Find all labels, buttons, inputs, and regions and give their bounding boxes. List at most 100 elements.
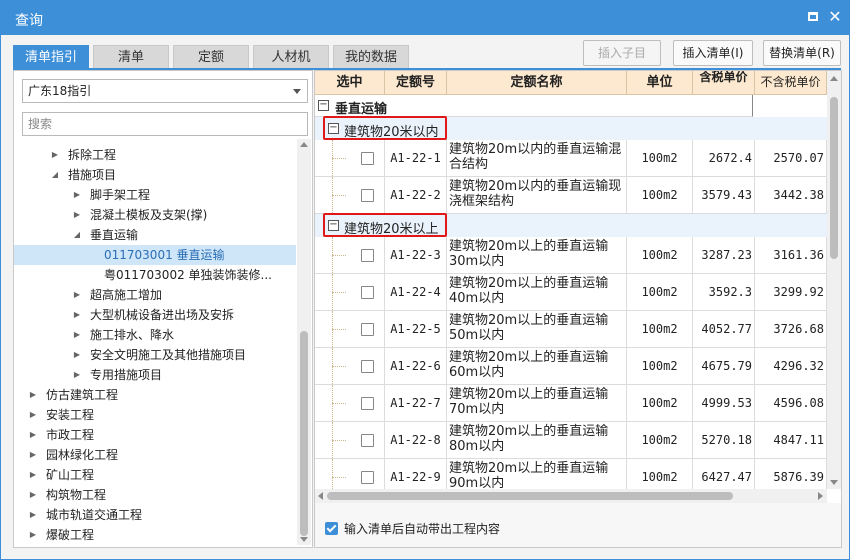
table-row[interactable]: A1-22-3 建筑物20m以上的垂直运输30m以内 100m2 3287.23 316… [315,237,827,274]
group-root-row[interactable]: − 垂直运输 [315,95,827,117]
table-row[interactable]: A1-22-8 建筑物20m以上的垂直运输80m以内 100m2 5270.18 484… [315,422,827,459]
close-button[interactable]: ✕ [827,9,843,25]
tax-price-cell: 2672.4 [693,140,755,177]
tax-price-cell: 4675.79 [693,348,755,385]
expand-arrow-icon[interactable]: ▶ [28,525,38,545]
select-cell [315,274,385,311]
expand-arrow-icon[interactable]: ▶ [28,425,38,445]
table-row[interactable]: A1-22-5 建筑物20m以上的垂直运输50m以内 100m2 4052.77 372… [315,311,827,348]
auto-bring-checkbox[interactable] [325,522,338,535]
grid-footer: 输入清单后自动带出工程内容 [315,503,841,547]
expand-arrow-icon[interactable]: ▶ [28,385,38,405]
guide-select[interactable]: 广东18指引 [22,79,308,103]
row-checkbox[interactable] [361,286,374,299]
tree-node[interactable]: ▶ 安全文明施工及其他措施项目 [14,345,296,365]
row-checkbox[interactable] [361,189,374,202]
notax-price-cell: 3442.38 [755,177,827,214]
tree-node[interactable]: ▶ 大型机械设备进出场及安拆 [14,305,296,325]
row-checkbox[interactable] [361,471,374,484]
tree-node[interactable]: ◢ 垂直运输 [14,225,296,245]
expand-arrow-icon[interactable]: ▶ [72,285,82,305]
title-bar: 查询 ✕ [1,1,849,35]
tree-node[interactable]: ▶ 安装工程 [14,405,296,425]
tab-materials[interactable]: 人材机 [253,45,329,69]
tab-list-guide[interactable]: 清单指引 [13,45,89,69]
notax-price-cell: 4596.08 [755,385,827,422]
row-checkbox[interactable] [361,397,374,410]
tree-scroll-thumb[interactable] [300,331,308,536]
tree-node[interactable]: ◢ 措施项目 [14,165,296,185]
code-cell: A1-22-8 [385,422,447,459]
unit-cell: 100m2 [627,385,693,422]
table-row[interactable]: A1-22-9 建筑物20m以上的垂直运输90m以内 100m2 6427.47 587… [315,459,827,489]
expand-arrow-icon[interactable]: ▶ [72,185,82,205]
tree-node[interactable]: ▶ 城市轨道交通工程 [14,505,296,525]
tree-node[interactable]: ▶ 专用措施项目 [14,365,296,385]
expand-arrow-icon[interactable]: ▶ [72,325,82,345]
scroll-down-icon[interactable] [830,480,838,485]
tree-node[interactable]: ▶ 构筑物工程 [14,485,296,505]
tree-node[interactable]: ▶ 园林绿化工程 [14,445,296,465]
expand-arrow-icon[interactable]: ▶ [50,145,60,165]
insert-list-button[interactable]: 插入清单(I) [673,40,753,66]
collapse-arrow-icon[interactable]: ◢ [72,225,82,245]
tab-my-data[interactable]: 我的数据 [333,45,409,69]
tree-node[interactable]: ▶ 爆破工程 [14,525,296,545]
tab-quota[interactable]: 定额 [173,45,249,69]
tree-node[interactable]: ▶ 市政工程 [14,425,296,445]
expand-arrow-icon[interactable]: ▶ [72,365,82,385]
tree-node[interactable]: ▶ 施工排水、降水 [14,325,296,345]
insert-child-button[interactable]: 插入子目 [583,40,661,66]
grid-vscroll-thumb[interactable] [830,97,838,259]
scroll-up-icon[interactable] [300,142,308,147]
tree-node[interactable]: ▶ 矿山工程 [14,465,296,485]
replace-list-button[interactable]: 替换清单(R) [763,40,841,66]
table-row[interactable]: A1-22-6 建筑物20m以上的垂直运输60m以内 100m2 4675.79 429… [315,348,827,385]
right-panel: 选中 定额号 定额名称 单位 含税单价 不含税单价 − 垂直运输 − 建筑物20米以内… [314,70,842,548]
table-row[interactable]: A1-22-2 建筑物20m以内的垂直运输现浇框架结构 100m2 3579.43 34… [315,177,827,214]
tree-node[interactable]: 011703001 垂直运输 [14,245,296,265]
row-checkbox[interactable] [361,152,374,165]
category-tree: ▶ 拆除工程 ◢ 措施项目 ▶ 脚手架工程 ▶ 混凝土模板及支架(撑) ◢ 垂直运输 0117030… [14,139,296,545]
grid-hscroll-thumb[interactable] [327,492,733,500]
row-checkbox[interactable] [361,249,374,262]
tab-list[interactable]: 清单 [93,45,169,69]
tree-scrollbar[interactable] [297,139,311,545]
maximize-button[interactable] [805,9,821,25]
table-row[interactable]: A1-22-7 建筑物20m以上的垂直运输70m以内 100m2 4999.53 459… [315,385,827,422]
expand-arrow-icon[interactable]: ▶ [72,205,82,225]
row-checkbox[interactable] [361,360,374,373]
tree-node[interactable]: ▶ 混凝土模板及支架(撑) [14,205,296,225]
search-input[interactable] [22,112,308,136]
group-row[interactable]: − 建筑物20米以上 [315,213,827,237]
expand-arrow-icon[interactable]: ▶ [72,345,82,365]
collapse-arrow-icon[interactable]: ◢ [50,165,60,185]
grid-vertical-scrollbar[interactable] [827,71,841,489]
grid-horizontal-scrollbar[interactable] [315,489,827,503]
row-checkbox[interactable] [361,323,374,336]
tree-node[interactable]: 粤011703002 单独装饰装修... [14,265,296,285]
tree-node[interactable]: ▶ 拆除工程 [14,145,296,165]
table-row[interactable]: A1-22-1 建筑物20m以内的垂直运输混合结构 100m2 2672.4 2570.… [315,140,827,177]
table-row[interactable]: A1-22-4 建筑物20m以上的垂直运输40m以内 100m2 3592.3 3299… [315,274,827,311]
scroll-right-icon[interactable] [818,492,823,500]
expand-arrow-icon[interactable]: ▶ [28,505,38,525]
scroll-left-icon[interactable] [318,492,323,500]
expand-arrow-icon[interactable]: ▶ [28,465,38,485]
header-code: 定额号 [385,71,447,95]
code-cell: A1-22-5 [385,311,447,348]
collapse-icon[interactable]: − [318,100,329,111]
scroll-up-icon[interactable] [830,76,838,81]
tree-node[interactable]: ▶ 仿古建筑工程 [14,385,296,405]
group-row[interactable]: − 建筑物20米以内 [315,116,827,140]
scroll-down-icon[interactable] [300,537,308,542]
tree-guide-line [332,403,346,404]
select-cell [315,385,385,422]
tree-node[interactable]: ▶ 超高施工增加 [14,285,296,305]
expand-arrow-icon[interactable]: ▶ [72,305,82,325]
expand-arrow-icon[interactable]: ▶ [28,485,38,505]
row-checkbox[interactable] [361,434,374,447]
expand-arrow-icon[interactable]: ▶ [28,445,38,465]
expand-arrow-icon[interactable]: ▶ [28,405,38,425]
tree-node[interactable]: ▶ 脚手架工程 [14,185,296,205]
